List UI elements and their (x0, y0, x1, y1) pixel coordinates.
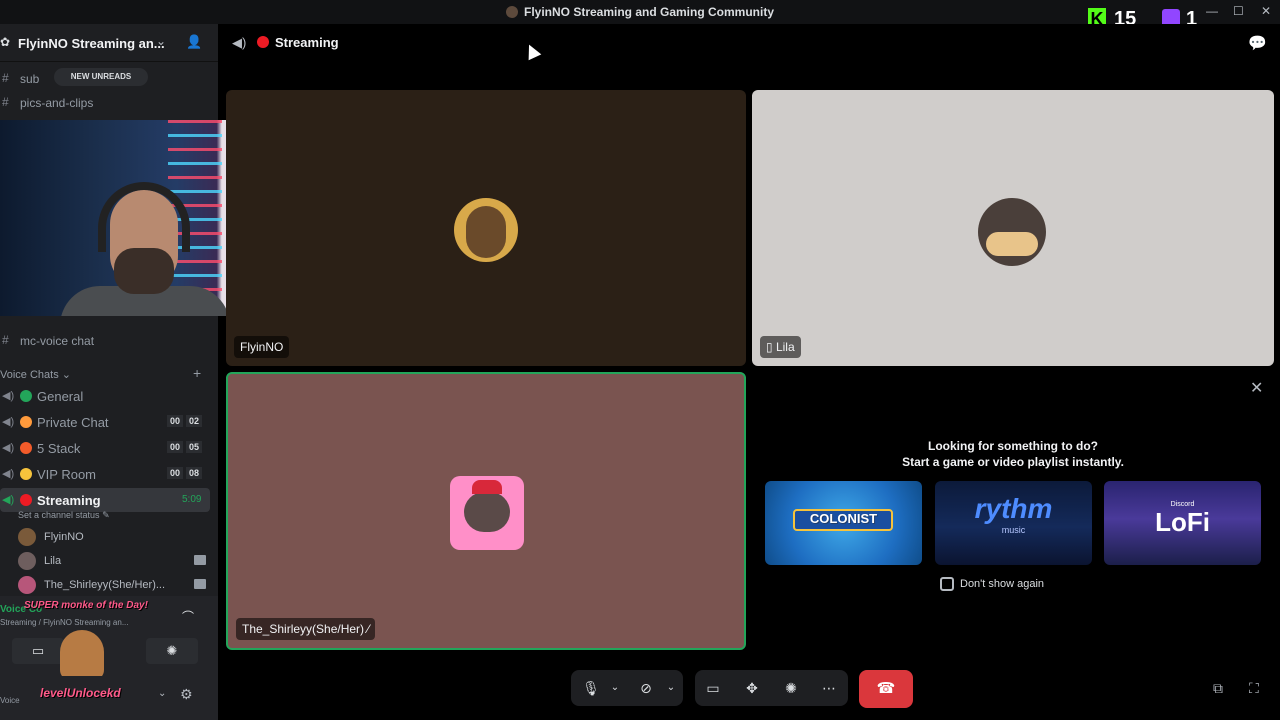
speaker-icon: ◀) (2, 494, 15, 506)
voice-channel-5-stack[interactable]: ◀) 5 Stack 00 05 (0, 436, 210, 460)
participant-name: FlyinNO (234, 336, 290, 358)
speaker-icon: ◀) (2, 442, 15, 454)
channel-emoji-icon (20, 390, 32, 402)
avatar (18, 576, 36, 594)
close-icon[interactable]: ✕ (1250, 378, 1263, 398)
camera-off-icon[interactable]: ⊘ (632, 670, 660, 706)
webcam-person-beard (114, 248, 174, 294)
share-screen-icon[interactable]: ▭ (699, 670, 727, 706)
channel-mc-voice-chat[interactable]: # mc-voice chat (0, 330, 210, 352)
avatar (978, 198, 1046, 266)
maximize-icon[interactable]: ☐ (1233, 4, 1244, 18)
close-window-icon[interactable]: ✕ (1261, 4, 1271, 18)
voice-channel-vip-room[interactable]: ◀) VIP Room 00 08 (0, 462, 210, 486)
video-tile-the-shirleyy[interactable]: The_Shirleyy(She/Her) ⁄ (226, 372, 746, 650)
hash-icon: # (2, 333, 9, 347)
user-count: 00 (167, 467, 184, 479)
live-dot-icon (20, 494, 32, 506)
speaker-icon: ◀) (232, 35, 247, 50)
activity-suggestions: ✕ Looking for something to do? Start a g… (752, 372, 1274, 650)
speaker-icon: ◀) (2, 468, 15, 480)
server-header[interactable]: ✿ FlyinNO Streaming an... ⌄ 👤 (0, 24, 218, 62)
participant-name: The_Shirleyy(She/Her) ⁄ (236, 618, 376, 640)
checkbox-icon[interactable] (940, 577, 954, 591)
video-tile-lila[interactable]: ▯ Lila (752, 90, 1274, 366)
live-dot-icon (257, 36, 269, 48)
channel-sidebar: ✿ FlyinNO Streaming an... ⌄ 👤 # sub NEW … (0, 24, 252, 720)
more-options-icon[interactable]: ⋯ (815, 670, 843, 706)
monke-banner: SUPER monke of the Day! (24, 600, 148, 611)
share-screen-button[interactable]: ▭ (12, 638, 64, 664)
channel-title: Streaming (275, 35, 339, 50)
call-timer: 5:09 (182, 494, 202, 505)
screen-share-icon (194, 555, 206, 565)
voice-channel-streaming[interactable]: ◀) Streaming 5:09 (0, 488, 210, 512)
voice-member-flyinno[interactable]: FlyinNO (18, 526, 210, 548)
voice-member-the-shirleyy[interactable]: The_Shirleyy(She/Her)... (18, 574, 210, 596)
chat-bubble-icon[interactable]: 💬 (1248, 34, 1267, 52)
soundboard-button[interactable]: ✺ (146, 638, 198, 664)
user-limit: 08 (186, 467, 203, 479)
voice-chats-section[interactable]: Voice Chats ⌄ (0, 368, 71, 381)
camera-options-chevron-icon[interactable]: ⌄ (657, 670, 685, 706)
voice-channel-general[interactable]: ◀) General (0, 384, 210, 408)
disconnect-call-button[interactable]: ☎ (859, 670, 913, 708)
activity-card-rythm[interactable]: rythm music (935, 481, 1092, 565)
invite-icon[interactable]: 👤 (186, 34, 202, 50)
avatar (18, 528, 36, 546)
soundboard-icon[interactable]: ✺ (777, 670, 805, 706)
channel-emoji-icon (20, 416, 32, 428)
call-controls: 🎙 ⌄ ⊘ ⌄ ▭ ✥ ✺ ⋯ ☎ ⧉ ⛶ (0, 662, 1280, 720)
mic-options-chevron-icon[interactable]: ⌄ (601, 670, 629, 706)
pop-out-icon[interactable]: ⧉ (1213, 680, 1223, 697)
activity-subheading: Start a game or video playlist instantly… (902, 455, 1124, 469)
raccoon-avatar-face (464, 492, 510, 532)
trophy-icon (20, 468, 32, 480)
voice-channel-private-chat[interactable]: ◀) Private Chat 00 02 (0, 410, 210, 434)
speaker-icon: ◀) (2, 416, 15, 428)
user-limit: 02 (186, 415, 203, 427)
voice-member-lila[interactable]: Lila (18, 550, 210, 572)
webcam-overlay (0, 120, 252, 316)
santa-hat (472, 480, 502, 494)
channel-pics-and-clips[interactable]: # pics-and-clips (0, 92, 210, 114)
video-tile-flyinno[interactable]: FlyinNO (226, 90, 746, 366)
minimize-icon[interactable]: — (1206, 4, 1218, 18)
avatar (454, 198, 518, 262)
activities-icon[interactable]: ✥ (738, 670, 766, 706)
speaker-icon: ◀) (2, 390, 15, 402)
add-channel-icon[interactable]: + (193, 365, 201, 381)
new-unreads-badge[interactable]: NEW UNREADS (54, 68, 148, 86)
activity-heading: Looking for something to do? (928, 439, 1098, 453)
fire-icon (20, 442, 32, 454)
voice-channel-path[interactable]: Streaming / FlyinNO Streaming an... (0, 618, 129, 627)
participant-name: ▯ Lila (760, 336, 801, 358)
call-header: ◀) Streaming 💬 (218, 24, 1280, 62)
user-limit: 05 (186, 441, 203, 453)
user-count: 00 (167, 415, 184, 427)
screen-share-icon (194, 579, 206, 589)
server-logo-icon (505, 6, 518, 18)
avatar (450, 476, 524, 550)
hash-icon: # (2, 71, 9, 85)
avatar-decoration (986, 232, 1038, 256)
user-count: 00 (167, 441, 184, 453)
server-icon: ✿ (0, 35, 11, 49)
hash-icon: # (2, 95, 9, 109)
fullscreen-icon[interactable]: ⛶ (1249, 680, 1259, 697)
activity-card-colonist[interactable]: COLONIST (765, 481, 922, 565)
activity-card-lofi[interactable]: Discord LoFi (1104, 481, 1261, 565)
server-name[interactable]: FlyinNO Streaming an... (18, 36, 165, 51)
avatar-face (466, 206, 506, 258)
set-channel-status[interactable]: Set a channel status ✎ (18, 510, 110, 521)
avatar (18, 552, 36, 570)
title-bar: FlyinNO Streaming and Gaming Community K… (0, 0, 1280, 30)
chevron-down-icon[interactable]: ⌄ (156, 34, 166, 48)
disconnect-icon[interactable]: ⌒ (182, 608, 194, 625)
dont-show-again-checkbox[interactable]: Don't show again (940, 577, 1044, 591)
